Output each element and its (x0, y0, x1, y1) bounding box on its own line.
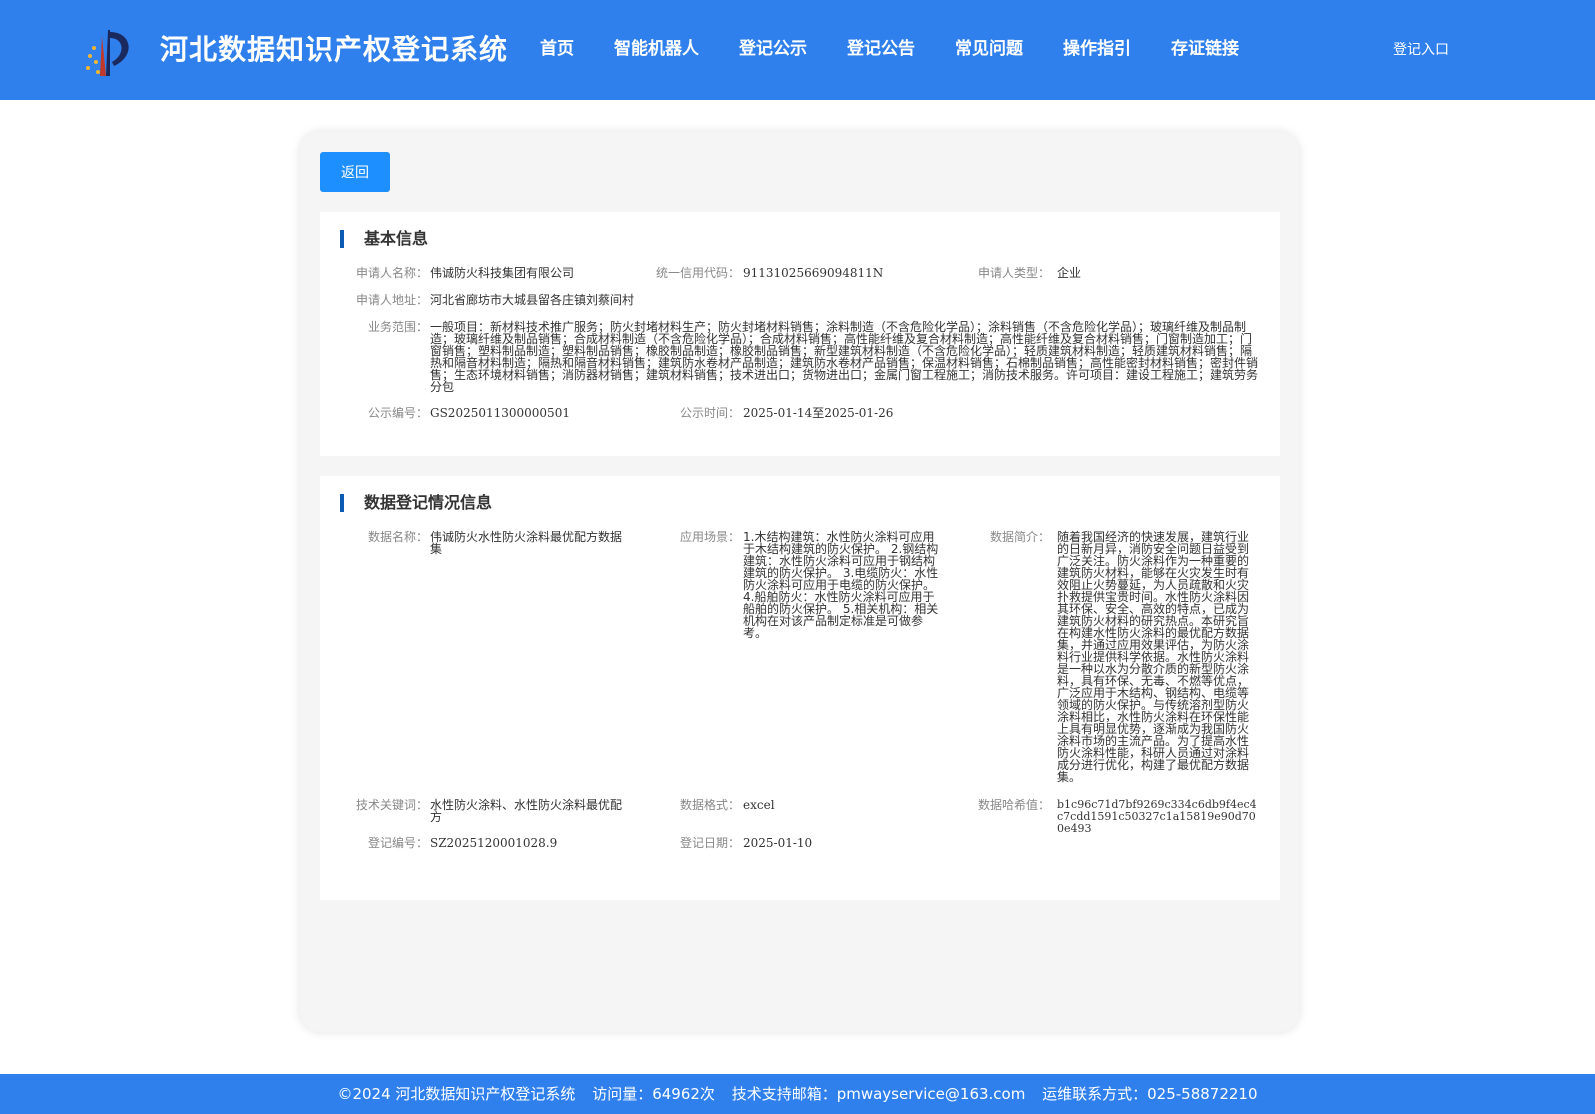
reg-no-value: SZ2025120001028.9 (430, 836, 558, 850)
footer-email: 技术支持邮箱：pmwayservice@163.com (731, 1085, 1026, 1103)
site-title: 河北数据知识产权登记系统 (160, 33, 509, 66)
main-nav: 首页 智能机器人 登记公示 登记公告 常见问题 操作指引 存证链接 (520, 34, 1259, 59)
reg-no-label: 登记编号： (367, 836, 428, 850)
address-label: 申请人地址： (355, 293, 428, 307)
hash-label: 数据哈希值： (977, 798, 1050, 812)
data-name-label: 数据名称： (367, 530, 428, 544)
data-name-value: 伟诚防火水性防火涂料最优配方数据集 (430, 530, 623, 556)
footer-copyright: ©2024 河北数据知识产权登记系统 (337, 1085, 576, 1103)
pub-no-label: 公示编号： (367, 406, 428, 420)
logo-icon[interactable] (80, 26, 136, 80)
back-button[interactable]: 返回 (320, 152, 390, 192)
nav-guide[interactable]: 操作指引 (1063, 34, 1131, 59)
scope-label: 业务范围： (367, 320, 428, 334)
footer-phone: 运维联系方式：025-58872210 (1042, 1085, 1258, 1103)
hash-value: b1c96c71d7bf9269c334c6db9f4ec4c7cdd1591c… (1057, 798, 1257, 835)
reg-date-label: 登记日期： (679, 836, 740, 850)
footer-visits: 访问量：64962次 (592, 1085, 715, 1103)
nav-faq[interactable]: 常见问题 (955, 34, 1023, 59)
pub-time-value: 2025-01-14至2025-01-26 (743, 406, 894, 420)
keywords-label: 技术关键词： (355, 798, 428, 812)
format-value: excel (743, 798, 775, 812)
detail-panel: 返回 基本信息 申请人名称： 伟诚防火科技集团有限公司 统一信用代码： 9113… (300, 132, 1299, 1032)
nav-announcement[interactable]: 登记公告 (847, 34, 915, 59)
applicant-type-value: 企业 (1057, 266, 1082, 280)
nav-home[interactable]: 首页 (540, 34, 574, 59)
pub-no-value: GS2025011300000501 (430, 406, 570, 420)
data-info-card: 数据登记情况信息 数据名称： 伟诚防火水性防火涂料最优配方数据集 应用场景： 1… (320, 476, 1280, 900)
scope-value: 一般项目：新材料技术推广服务；防火封堵材料生产；防火封堵材料销售；涂料制造（不含… (430, 320, 1259, 394)
format-label: 数据格式： (679, 798, 740, 812)
scene-value: 1.木结构建筑：水性防火涂料可应用于木结构建筑的防火保护。 2.钢结构建筑：水性… (743, 530, 939, 640)
basic-info-title: 基本信息 (340, 230, 428, 248)
intro-value: 随着我国经济的快速发展，建筑行业的日新月异，消防安全问题日益受到广泛关注。防火涂… (1057, 530, 1250, 784)
scene-label: 应用场景： (679, 530, 740, 544)
address-value: 河北省廊坊市大城县留各庄镇刘蔡间村 (430, 293, 635, 307)
applicant-name-label: 申请人名称： (355, 266, 428, 280)
nav-publicity[interactable]: 登记公示 (739, 34, 807, 59)
credit-code-value: 91131025669094811N (743, 266, 884, 280)
login-link[interactable]: 登记入口 (1393, 39, 1449, 59)
data-info-title: 数据登记情况信息 (340, 494, 492, 512)
nav-evidence-link[interactable]: 存证链接 (1171, 34, 1239, 59)
pub-time-label: 公示时间： (679, 406, 740, 420)
reg-date-value: 2025-01-10 (743, 836, 813, 850)
applicant-type-label: 申请人类型： (977, 266, 1050, 280)
credit-code-label: 统一信用代码： (655, 266, 740, 280)
page-footer: ©2024 河北数据知识产权登记系统 访问量：64962次 技术支持邮箱：pmw… (0, 1074, 1595, 1114)
intro-label: 数据简介： (989, 530, 1050, 544)
applicant-name-value: 伟诚防火科技集团有限公司 (430, 266, 575, 280)
basic-info-card: 基本信息 申请人名称： 伟诚防火科技集团有限公司 统一信用代码： 9113102… (320, 212, 1280, 456)
nav-robot[interactable]: 智能机器人 (614, 34, 699, 59)
keywords-value: 水性防火涂料、水性防火涂料最优配方 (430, 798, 623, 824)
top-header: 河北数据知识产权登记系统 首页 智能机器人 登记公示 登记公告 常见问题 操作指… (0, 0, 1595, 100)
